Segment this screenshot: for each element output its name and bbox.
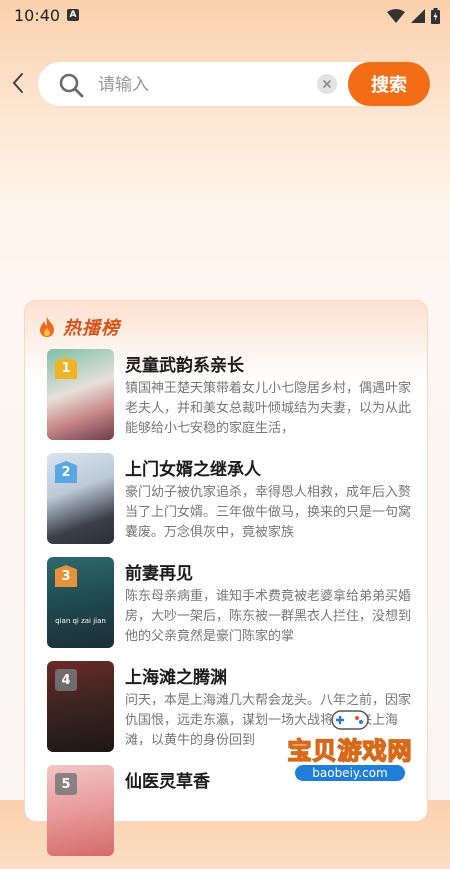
poster-caption: qian qi zai jian xyxy=(55,617,106,625)
item-title: 仙医灵草香 xyxy=(125,772,210,792)
flame-icon xyxy=(40,317,54,337)
close-icon xyxy=(323,80,331,88)
signal-icon xyxy=(411,9,425,23)
item-title: 上海滩之腾渊 xyxy=(125,668,227,688)
rank-badge: 5 xyxy=(55,773,77,795)
wifi-icon xyxy=(387,9,405,23)
item-title: 灵童武韵系亲长 xyxy=(125,356,244,376)
watermark: 宝贝游戏网 baobeiy.com xyxy=(275,705,425,785)
poster-image: 1 xyxy=(47,349,114,440)
search-input[interactable] xyxy=(96,70,300,100)
status-icons xyxy=(387,6,440,26)
item-title: 前妻再见 xyxy=(125,564,193,584)
battery-icon xyxy=(431,8,440,24)
item-description: 豪门幼子被仇家追杀，幸得恩人相救，成年后入赘当了上门女婿。三年做牛做马，换来的只… xyxy=(125,485,412,540)
list-item[interactable]: 2 上门女婿之继承人 豪门幼子被仇家追杀，幸得恩人相救，成年后入赘当了上门女婿。… xyxy=(47,453,419,557)
back-button[interactable] xyxy=(6,68,30,98)
poster-image: 3 qian qi zai jian xyxy=(47,557,114,648)
item-title: 上门女婿之继承人 xyxy=(125,460,261,480)
rank-badge: 4 xyxy=(55,669,77,691)
rank-badge: 3 xyxy=(55,565,77,587)
item-description: 陈东母亲病重，谁知手术费竟被老婆拿给弟弟买婚房，大吵一架后，陈东被一群黑衣人拦住… xyxy=(125,589,412,644)
hot-list-title: 热播榜 xyxy=(63,318,120,339)
back-arrow-icon xyxy=(12,73,23,93)
status-time: 10:40 xyxy=(14,6,61,25)
poster-image: 5 xyxy=(47,765,114,856)
status-bar: 10:40 A xyxy=(0,0,450,32)
rank-badge: 1 xyxy=(55,357,77,379)
list-item[interactable]: 1 灵童武韵系亲长 镇国神王楚天策带着女儿小七隐居乡村，偶遇叶家老夫人，并和美女… xyxy=(47,349,419,453)
poster-image: 4 xyxy=(47,661,114,752)
watermark-url: baobeiy.com xyxy=(295,765,405,781)
rank-badge: 2 xyxy=(55,461,77,483)
gamepad-icon xyxy=(331,710,369,730)
item-description: 镇国神王楚天策带着女儿小七隐居乡村，偶遇叶家老夫人，并和美女总裁叶倾城结为夫妻，… xyxy=(125,381,412,436)
search-button[interactable]: 搜索 xyxy=(348,62,430,106)
search-box: 搜索 xyxy=(38,62,430,106)
hot-list-header: 热播榜 xyxy=(37,315,120,339)
search-bar: 搜索 xyxy=(0,58,450,110)
list-item[interactable]: 3 qian qi zai jian 前妻再见 陈东母亲病重，谁知手术费竟被老婆… xyxy=(47,557,419,661)
watermark-text: 宝贝游戏网 xyxy=(287,736,413,766)
drama-list: 1 灵童武韵系亲长 镇国神王楚天策带着女儿小七隐居乡村，偶遇叶家老夫人，并和美女… xyxy=(47,349,419,869)
notification-icon: A xyxy=(67,9,79,21)
item-description xyxy=(125,795,419,855)
clear-button[interactable] xyxy=(317,74,337,94)
search-icon xyxy=(59,73,84,98)
poster-image: 2 xyxy=(47,453,114,544)
